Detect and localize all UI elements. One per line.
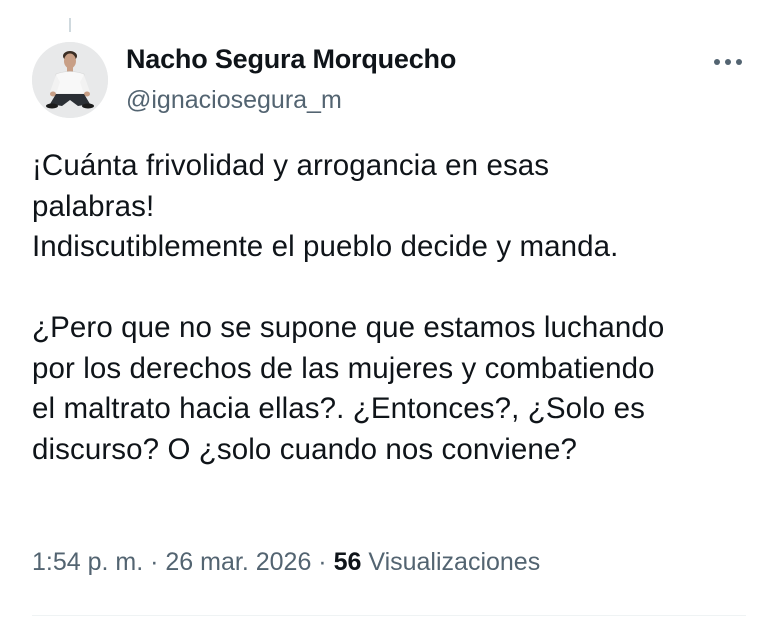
thread-connector-line <box>69 18 71 32</box>
tweet-time[interactable]: 1:54 p. m. <box>32 548 143 576</box>
tweet-text: ¡Cuánta frivolidad y arrogancia en esas … <box>32 149 665 466</box>
author-name[interactable]: Nacho Segura Morquecho <box>126 44 456 75</box>
tweet-meta: 1:54 p. m. · 26 mar. 2026 · 56 Visualiza… <box>32 548 540 577</box>
more-horizontal-icon <box>714 59 720 65</box>
author-handle[interactable]: @ignaciosegura_m <box>126 86 342 115</box>
meta-separator: · <box>150 548 159 576</box>
meta-separator: · <box>318 548 327 576</box>
avatar-photo-icon <box>32 42 108 118</box>
more-horizontal-icon <box>725 59 731 65</box>
more-options-button[interactable] <box>706 52 750 72</box>
avatar[interactable] <box>32 42 108 118</box>
more-horizontal-icon <box>736 59 742 65</box>
views-count[interactable]: 56 <box>334 548 362 576</box>
divider <box>32 615 746 616</box>
views-label[interactable]: Visualizaciones <box>368 548 540 576</box>
tweet-date[interactable]: 26 mar. 2026 <box>165 548 311 576</box>
